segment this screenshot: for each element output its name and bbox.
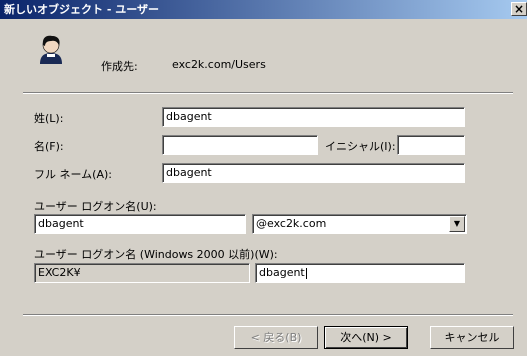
pre2000-logon-label: ユーザー ログオン名 (Windows 2000 以前)(W): (34, 248, 278, 261)
full-name-input[interactable]: dbagent (162, 163, 465, 183)
user-icon (40, 35, 62, 64)
full-name-label: フル ネーム(A): (34, 168, 112, 181)
last-name-label: 姓(L): (34, 112, 64, 125)
window-title: 新しいオブジェクト - ユーザー (4, 3, 160, 16)
domain-select[interactable]: @exc2k.com ▼ (252, 214, 467, 234)
new-user-dialog: 新しいオブジェクト - ユーザー × 作成先: exc2k.com/Users … (0, 0, 527, 356)
first-name-label: 名(F): (34, 140, 64, 153)
text-caret (305, 267, 307, 279)
title-bar: 新しいオブジェクト - ユーザー × (0, 0, 527, 19)
separator-bottom (23, 314, 513, 316)
initials-label: イニシャル(I): (325, 140, 396, 153)
domain-select-value: @exc2k.com (256, 217, 327, 230)
cancel-button[interactable]: キャンセル (430, 326, 514, 349)
logon-name-input[interactable]: dbagent (34, 214, 246, 234)
next-button[interactable]: 次へ(N) > (324, 326, 408, 349)
last-name-input[interactable]: dbagent (162, 107, 465, 127)
initials-input[interactable] (397, 135, 465, 155)
pre2000-domain-field: EXC2K¥ (34, 263, 250, 283)
created-in-label: 作成先: (101, 60, 138, 73)
close-icon: × (513, 2, 525, 16)
created-in-value: exc2k.com/Users (172, 58, 266, 71)
logon-name-label: ユーザー ログオン名(U): (34, 200, 157, 213)
close-button[interactable]: × (511, 2, 527, 16)
chevron-down-icon[interactable]: ▼ (449, 216, 465, 232)
back-button[interactable]: < 戻る(B) (234, 326, 318, 349)
pre2000-logon-input[interactable]: dbagent (255, 263, 465, 283)
first-name-input[interactable] (162, 135, 318, 155)
pre2000-logon-value: dbagent (259, 266, 305, 279)
separator (23, 92, 513, 94)
